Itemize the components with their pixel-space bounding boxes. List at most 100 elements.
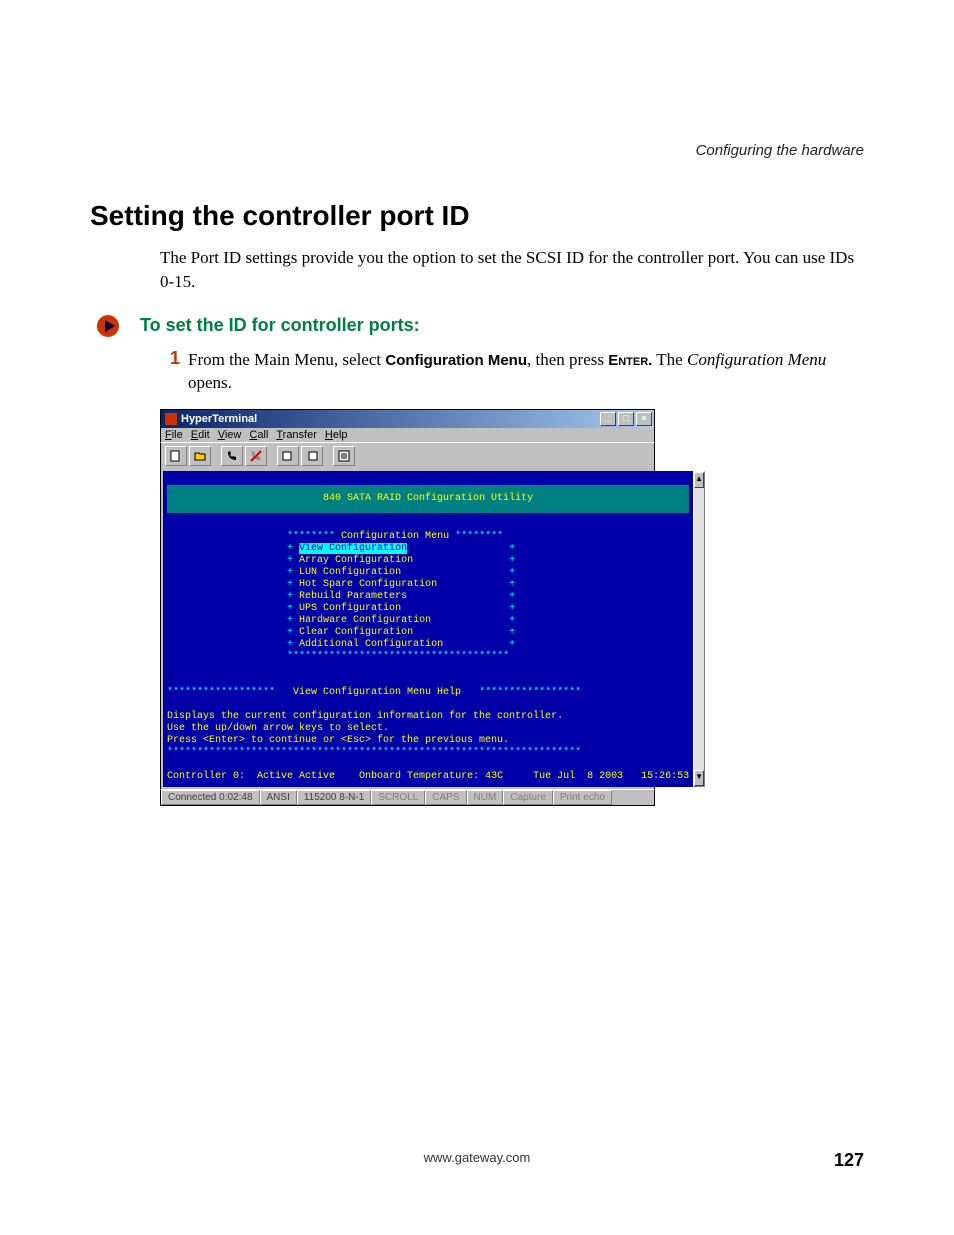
menu-border: + [413, 555, 515, 566]
menu-title: Configuration Menu [335, 531, 455, 542]
menu-help[interactable]: Help [325, 429, 348, 441]
menu-item[interactable]: UPS Configuration [299, 603, 401, 614]
intro-paragraph: The Port ID settings provide you the opt… [160, 246, 864, 294]
spacer [167, 603, 287, 614]
spacer [167, 579, 287, 590]
menu-item[interactable]: Clear Configuration [299, 627, 413, 638]
menu-item[interactable]: Additional Configuration [299, 639, 443, 650]
spacer [167, 615, 287, 626]
help-border: ****************************************… [167, 747, 581, 758]
terminal-banner: 840 SATA RAID Configuration Utility [167, 485, 689, 513]
menu-border: + [287, 603, 299, 614]
menu-border: + [401, 603, 515, 614]
page-title: Setting the controller port ID [90, 200, 864, 232]
spacer [167, 639, 287, 650]
spacer [167, 651, 287, 662]
menu-call[interactable]: Call [249, 429, 268, 441]
menu-border: + [443, 639, 515, 650]
menu-border: + [287, 591, 299, 602]
menu-item[interactable]: Array Configuration [299, 555, 413, 566]
menu-edit[interactable]: Edit [191, 429, 210, 441]
spacer [167, 531, 287, 542]
menu-border: + [287, 639, 299, 650]
spacer [167, 591, 287, 602]
menubar[interactable]: File Edit View Call Transfer Help [160, 428, 655, 442]
status-datetime: Tue Jul 8 2003 15:26:53 [533, 771, 689, 782]
properties-icon[interactable] [333, 446, 355, 466]
disconnect-icon[interactable] [245, 446, 267, 466]
help-border: ***************** [479, 687, 581, 698]
send-icon[interactable] [277, 446, 299, 466]
menu-border: + [401, 567, 515, 578]
menu-border: + [413, 627, 515, 638]
footer-url: www.gateway.com [0, 1150, 954, 1165]
window-title: HyperTerminal [181, 413, 600, 425]
maximize-button[interactable]: □ [618, 412, 634, 426]
status-printecho: Print echo [553, 790, 612, 805]
status-capture: Capture [503, 790, 553, 805]
step-text: opens. [188, 373, 232, 392]
scrollbar[interactable]: ▲ ▼ [693, 471, 705, 787]
scroll-up-icon[interactable]: ▲ [694, 472, 704, 488]
menu-view[interactable]: View [218, 429, 242, 441]
spacer [167, 555, 287, 566]
menu-border: ************************************* [287, 651, 509, 662]
ui-reference: Configuration Menu [687, 350, 826, 369]
menu-border: + [287, 567, 299, 578]
menu-item[interactable]: Rebuild Parameters [299, 591, 407, 602]
new-connection-icon[interactable] [165, 446, 187, 466]
menu-file[interactable]: File [165, 429, 183, 441]
toolbar [160, 442, 655, 469]
page-number: 127 [834, 1150, 864, 1171]
spacer [167, 627, 287, 638]
menu-border: + [287, 627, 299, 638]
spacer [167, 543, 287, 554]
help-line: Press <Enter> to continue or <Esc> for t… [167, 735, 509, 746]
procedure-title: To set the ID for controller ports: [140, 315, 420, 336]
scroll-down-icon[interactable]: ▼ [694, 770, 704, 786]
menu-border: + [407, 591, 515, 602]
close-button[interactable]: × [636, 412, 652, 426]
running-head: Configuring the hardware [696, 142, 864, 159]
minimize-button[interactable]: _ [600, 412, 616, 426]
menu-border: + [407, 543, 515, 554]
menu-border: ******** [287, 531, 335, 542]
status-controller: Controller 0: Active Active [167, 771, 335, 782]
scroll-track[interactable] [694, 488, 704, 770]
ui-label: Configuration Menu [385, 352, 527, 369]
help-border: ****************** [167, 687, 275, 698]
app-icon [165, 413, 177, 425]
open-icon[interactable] [189, 446, 211, 466]
key-name: Enter. [608, 352, 652, 369]
menu-border: ******** [455, 531, 503, 542]
step-text: The [652, 350, 687, 369]
status-temperature: Onboard Temperature: 43C [359, 771, 503, 782]
step-text: , then press [527, 350, 608, 369]
status-caps: CAPS [425, 790, 466, 805]
step-body: From the Main Menu, select Configuration… [188, 348, 864, 396]
menu-border: + [287, 579, 299, 590]
procedure-arrow-icon [96, 314, 120, 338]
menu-item[interactable]: Hot Spare Configuration [299, 579, 437, 590]
status-emulation: ANSI [260, 790, 297, 805]
spacer [167, 567, 287, 578]
menu-border: + [287, 543, 299, 554]
step-number: 1 [160, 348, 180, 369]
status-scroll: SCROLL [371, 790, 425, 805]
menu-item[interactable]: LUN Configuration [299, 567, 401, 578]
receive-icon[interactable] [301, 446, 323, 466]
window-titlebar[interactable]: HyperTerminal _ □ × [160, 409, 655, 428]
statusbar: Connected 0:02:48 ANSI 115200 8-N-1 SCRO… [160, 789, 655, 806]
menu-transfer[interactable]: Transfer [276, 429, 317, 441]
help-line: Use the up/down arrow keys to select. [167, 723, 389, 734]
status-num: NUM [467, 790, 504, 805]
menu-item-selected[interactable]: View Configuration [299, 543, 407, 554]
status-connected: Connected 0:02:48 [161, 790, 260, 805]
call-icon[interactable] [221, 446, 243, 466]
terminal-area[interactable]: 840 SATA RAID Configuration Utility ****… [163, 471, 693, 787]
status-port: 115200 8-N-1 [297, 790, 371, 805]
screenshot: HyperTerminal _ □ × File Edit View Call … [160, 409, 655, 806]
menu-item[interactable]: Hardware Configuration [299, 615, 431, 626]
help-title: View Configuration Menu Help [275, 687, 479, 698]
menu-border: + [287, 555, 299, 566]
